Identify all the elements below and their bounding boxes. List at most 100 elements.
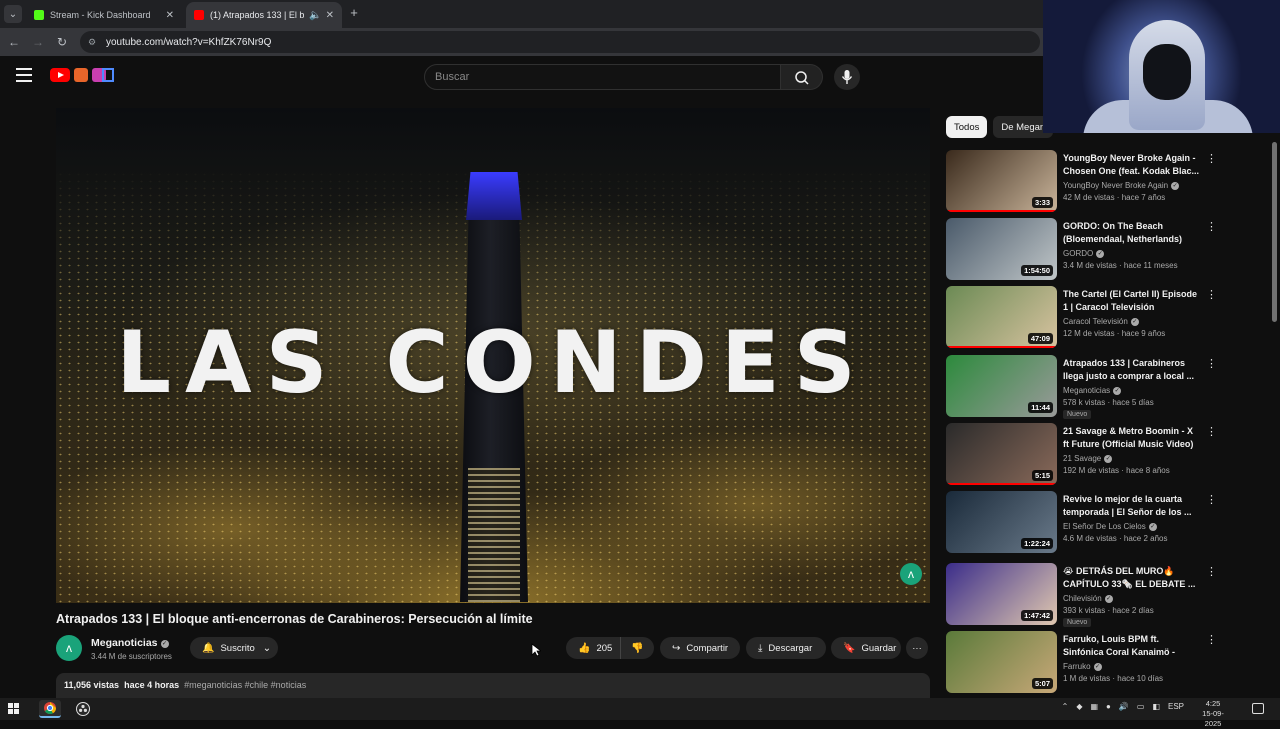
download-button[interactable]: ⤓ Descargar bbox=[746, 637, 826, 659]
recommendation-channel[interactable]: El Señor De Los Cielos ✓ bbox=[1063, 522, 1157, 531]
video-thumbnail[interactable]: 5:07 bbox=[946, 631, 1057, 693]
recommendation-title[interactable]: YoungBoy Never Broke Again - Chosen One … bbox=[1063, 152, 1201, 177]
dislike-button[interactable]: 👎 bbox=[620, 637, 654, 659]
tray-app-icon[interactable]: ◆ bbox=[1076, 702, 1082, 711]
like-button[interactable]: 👍 205 bbox=[566, 637, 620, 659]
chip-todos[interactable]: Todos bbox=[946, 116, 988, 138]
description-summary: 11,056 vistas hace 4 horas #meganoticias… bbox=[64, 680, 306, 690]
tray-wifi-icon[interactable]: ▦ bbox=[1090, 702, 1098, 711]
tray-mic-icon[interactable]: ● bbox=[1106, 702, 1111, 711]
youtube-favicon-icon bbox=[194, 10, 204, 20]
webcam-overlay bbox=[1043, 0, 1280, 133]
channel-name-text: Caracol Televisión bbox=[1063, 317, 1128, 326]
recommendation-item[interactable]: 47:09 The Cartel (El Cartel II) Episode 1… bbox=[946, 286, 1266, 350]
recommendation-channel[interactable]: Caracol Televisión ✓ bbox=[1063, 317, 1139, 326]
search-button[interactable] bbox=[781, 64, 823, 90]
recommendation-title[interactable]: 😭 DETRÁS DEL MURO🔥 CAPÍTULO 33🗞️ EL DEBA… bbox=[1063, 565, 1201, 590]
more-options-icon[interactable]: ⋮ bbox=[1206, 633, 1217, 646]
save-button[interactable]: 🔖 Guardar bbox=[831, 637, 901, 659]
tab-close-icon[interactable]: ✕ bbox=[166, 10, 174, 21]
search-placeholder: Buscar bbox=[435, 71, 470, 83]
search-input[interactable]: Buscar bbox=[424, 64, 781, 90]
new-tab-button[interactable]: + bbox=[346, 5, 362, 21]
address-bar[interactable]: ⚙ youtube.com/watch?v=KhfZK76Nr9Q bbox=[80, 31, 1040, 53]
video-thumbnail[interactable]: 1:47:42 bbox=[946, 563, 1057, 625]
speaker-icon[interactable]: 🔈 bbox=[309, 10, 321, 21]
sidebar-scrollbar[interactable] bbox=[1272, 142, 1277, 322]
more-options-icon[interactable]: ⋮ bbox=[1206, 493, 1217, 506]
recommendation-item[interactable]: 1:54:50 GORDO: On The Beach (Bloemendaal,… bbox=[946, 218, 1266, 282]
recommendation-title[interactable]: GORDO: On The Beach (Bloemendaal, Nether… bbox=[1063, 220, 1201, 245]
video-thumbnail[interactable]: 47:09 bbox=[946, 286, 1057, 348]
recommendation-title[interactable]: The Cartel (El Cartel II) Episode 1 | Ca… bbox=[1063, 288, 1201, 313]
channel-avatar[interactable]: ʌ bbox=[56, 635, 82, 661]
recommendation-item[interactable]: 5:15 21 Savage & Metro Boomin - X ft Futu… bbox=[946, 423, 1266, 487]
recommendation-item[interactable]: 1:22:24 Revive lo mejor de la cuarta temp… bbox=[946, 491, 1266, 555]
more-options-icon[interactable]: ⋮ bbox=[1206, 220, 1217, 233]
recommendation-channel[interactable]: YoungBoy Never Broke Again ✓ bbox=[1063, 181, 1180, 190]
extension-puzzle-icon[interactable] bbox=[74, 68, 88, 82]
voice-search-button[interactable] bbox=[834, 64, 860, 90]
notification-center-icon[interactable] bbox=[1252, 703, 1264, 714]
video-thumbnail[interactable]: 1:22:24 bbox=[946, 491, 1057, 553]
more-options-icon[interactable]: ⋮ bbox=[1206, 357, 1217, 370]
taskbar-clock[interactable]: 4:25 15-09-2025 bbox=[1196, 699, 1230, 729]
tray-battery-icon[interactable]: ◧ bbox=[1152, 702, 1160, 711]
tray-overflow-chevron-icon[interactable]: ⌃ bbox=[1062, 702, 1069, 711]
channel-name-text: Farruko bbox=[1063, 662, 1091, 671]
obs-taskbar-icon[interactable] bbox=[72, 700, 94, 718]
recommendation-item[interactable]: 1:47:42 😭 DETRÁS DEL MURO🔥 CAPÍTULO 33🗞️ … bbox=[946, 563, 1266, 627]
share-button[interactable]: ↪ Compartir bbox=[660, 637, 740, 659]
tab-youtube-video[interactable]: (1) Atrapados 133 | El bloq 🔈 ✕ bbox=[186, 2, 342, 28]
recommendation-title[interactable]: Atrapados 133 | Carabineros llega justo … bbox=[1063, 357, 1201, 382]
more-options-icon[interactable]: ⋮ bbox=[1206, 288, 1217, 301]
keyboard-language[interactable]: ESP bbox=[1168, 702, 1184, 711]
channel-watermark-icon[interactable]: ʌ bbox=[900, 563, 922, 585]
recommendation-channel[interactable]: Chilevisión ✓ bbox=[1063, 594, 1113, 603]
more-options-icon[interactable]: ⋮ bbox=[1206, 425, 1217, 438]
recommendation-title[interactable]: Revive lo mejor de la cuarta temporada |… bbox=[1063, 493, 1201, 518]
video-player[interactable]: LAS CONDES ʌ bbox=[56, 108, 930, 603]
recommendation-item[interactable]: 5:07 Farruko, Louis BPM ft. Sinfónica Cor… bbox=[946, 631, 1266, 695]
site-info-icon[interactable]: ⚙ bbox=[88, 37, 98, 47]
recommendation-item[interactable]: 11:44 Atrapados 133 | Carabineros llega j… bbox=[946, 355, 1266, 419]
recommendation-channel[interactable]: GORDO ✓ bbox=[1063, 249, 1105, 258]
tab-kick-dashboard[interactable]: Stream - Kick Dashboard ✕ bbox=[26, 2, 182, 28]
reload-icon[interactable]: ↻ bbox=[54, 34, 70, 50]
youtube-logo-icon[interactable] bbox=[50, 68, 70, 82]
video-thumbnail[interactable]: 5:15 bbox=[946, 423, 1057, 485]
recommendation-meta: 3.4 M de vistas · hace 11 meses bbox=[1063, 261, 1178, 270]
windows-start-icon[interactable] bbox=[8, 703, 20, 715]
recommendation-title[interactable]: 21 Savage & Metro Boomin - X ft Future (… bbox=[1063, 425, 1201, 450]
recommendation-title[interactable]: Farruko, Louis BPM ft. Sinfónica Coral K… bbox=[1063, 633, 1201, 658]
tab-search-chevron-icon[interactable]: ⌄ bbox=[4, 5, 22, 23]
tray-volume-icon[interactable]: 🔊 bbox=[1119, 702, 1129, 711]
tray-network-icon[interactable]: ▭ bbox=[1137, 702, 1145, 711]
recommendation-meta: 42 M de vistas · hace 7 años bbox=[1063, 193, 1166, 202]
verified-icon: ✓ bbox=[1130, 318, 1139, 326]
verified-icon: ✓ bbox=[1104, 455, 1113, 463]
video-thumbnail[interactable]: 3:33 bbox=[946, 150, 1057, 212]
forward-arrow-icon[interactable]: → bbox=[30, 34, 46, 50]
recommendation-channel[interactable]: Farruko ✓ bbox=[1063, 662, 1102, 671]
more-actions-button[interactable]: ··· bbox=[906, 637, 928, 659]
subscriber-count: 3.44 M de suscriptores bbox=[91, 652, 172, 661]
recommendation-channel[interactable]: Meganoticias ✓ bbox=[1063, 386, 1122, 395]
channel-name[interactable]: Meganoticias ✓ bbox=[91, 637, 169, 649]
menu-icon[interactable] bbox=[16, 68, 32, 82]
telegram-extension-icon[interactable] bbox=[102, 68, 114, 82]
video-thumbnail[interactable]: 1:54:50 bbox=[946, 218, 1057, 280]
more-options-icon[interactable]: ⋮ bbox=[1206, 152, 1217, 165]
chrome-taskbar-icon[interactable] bbox=[39, 700, 61, 718]
video-thumbnail[interactable]: 11:44 bbox=[946, 355, 1057, 417]
more-options-icon[interactable]: ⋮ bbox=[1206, 565, 1217, 578]
recommendation-channel[interactable]: 21 Savage ✓ bbox=[1063, 454, 1113, 463]
back-arrow-icon[interactable]: ← bbox=[6, 34, 22, 50]
video-duration: 47:09 bbox=[1027, 333, 1053, 344]
recommendation-item[interactable]: 3:33 YoungBoy Never Broke Again - Chosen … bbox=[946, 150, 1266, 214]
download-icon: ⤓ bbox=[758, 642, 763, 654]
tab-close-icon[interactable]: ✕ bbox=[326, 10, 334, 21]
hashtags[interactable]: #meganoticias #chile #noticias bbox=[184, 680, 306, 690]
recommendation-meta: 12 M de vistas · hace 9 años bbox=[1063, 329, 1166, 338]
subscribed-button[interactable]: 🔔 Suscrito ⌄ bbox=[190, 637, 278, 659]
